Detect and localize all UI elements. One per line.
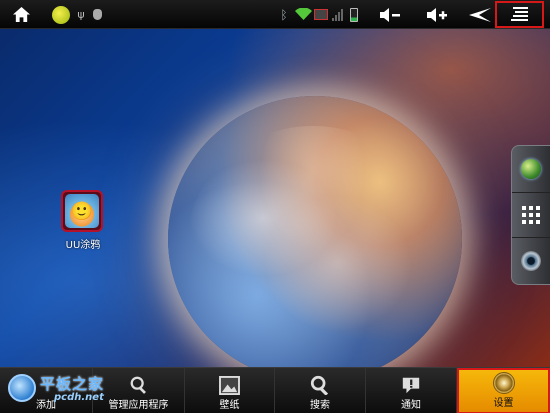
notification-icon: [400, 374, 422, 396]
menu-item-search[interactable]: 搜索: [275, 368, 366, 413]
app-label: UU涂鸦: [65, 240, 101, 251]
volume-up-icon[interactable]: [423, 0, 451, 29]
menu-item-add[interactable]: 添加: [0, 368, 93, 413]
right-dock: [511, 145, 550, 285]
volume-down-icon[interactable]: [376, 0, 404, 29]
options-menu: 添加 管理应用程序 壁纸 搜索 通知 设置: [0, 367, 550, 413]
bluetooth-icon: ᛒ: [280, 7, 288, 22]
wifi-icon: [293, 0, 313, 29]
menu-item-label: 搜索: [310, 400, 330, 411]
back-icon[interactable]: [466, 0, 494, 29]
menu-item-settings[interactable]: 设置: [457, 368, 550, 413]
add-icon: [35, 374, 57, 396]
menu-item-label: 通知: [401, 400, 421, 411]
debug-icon: [90, 0, 104, 29]
menu-item-label: 壁纸: [219, 400, 240, 411]
battery-icon: [348, 0, 360, 29]
sim-icon: [313, 0, 329, 29]
menu-item-wallpaper[interactable]: 壁纸: [185, 368, 275, 413]
usb-icon: ψ: [77, 8, 85, 21]
app-drawer-icon[interactable]: [512, 192, 550, 238]
app-shortcut-uu-tuya[interactable]: 🙂 UU涂鸦: [58, 190, 108, 252]
status-bar: ψ ᛒ: [0, 0, 550, 29]
manage-apps-icon: [128, 374, 150, 396]
menu-item-label: 添加: [36, 400, 56, 411]
search-icon: [309, 374, 331, 396]
settings-icon: [492, 372, 515, 394]
browser-icon[interactable]: [512, 146, 550, 192]
camera-icon[interactable]: [512, 238, 550, 284]
menu-item-label: 设置: [493, 398, 514, 409]
signal-icon: [330, 0, 346, 29]
wallpaper-icon: [219, 374, 241, 396]
uu-notification-icon: [50, 0, 72, 29]
menu-icon[interactable]: [495, 1, 544, 28]
menu-item-manage-apps[interactable]: 管理应用程序: [93, 368, 185, 413]
planet-wallpaper-image: [168, 96, 462, 367]
home-icon[interactable]: [4, 0, 38, 29]
uu-tuya-icon: 🙂: [61, 190, 103, 232]
menu-item-label: 管理应用程序: [108, 400, 169, 411]
menu-item-notifications[interactable]: 通知: [366, 368, 457, 413]
